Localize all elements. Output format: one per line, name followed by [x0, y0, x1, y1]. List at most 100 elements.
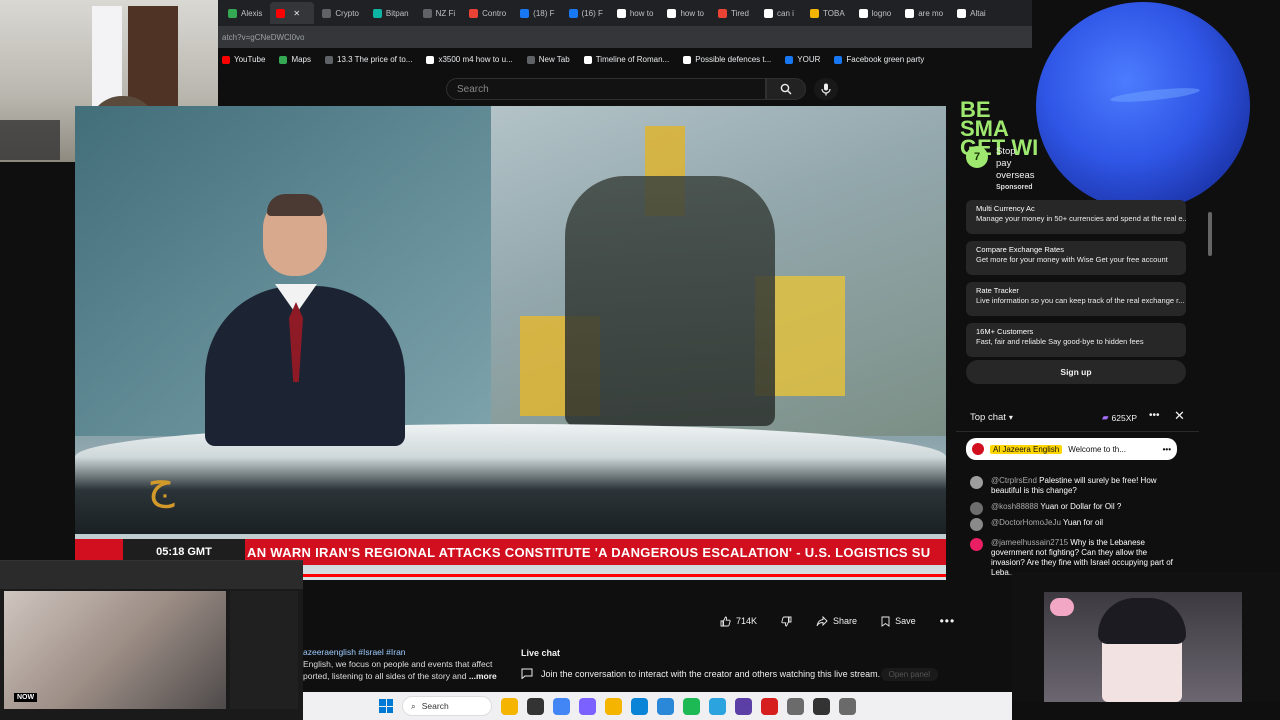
browser-tab[interactable]: Crypto [316, 2, 365, 24]
search-icon [780, 83, 792, 95]
windows-start-button[interactable] [379, 699, 393, 713]
app-obs-icon[interactable] [813, 697, 830, 715]
ad-sitelink[interactable]: Compare Exchange Rates Get more for your … [966, 241, 1186, 275]
tab-favicon-icon [372, 8, 382, 18]
browser-tab-bar: Alexis ✕ Crypto Bitpan NZ Fi Contro (18) F (16)… [218, 0, 1032, 26]
app-misc-icon[interactable] [839, 697, 856, 715]
browser-tab[interactable]: (16) F [563, 2, 609, 24]
share-button[interactable]: Share [808, 610, 865, 632]
bookmark-item[interactable]: 13.3 The price of to... [325, 55, 412, 64]
bookmark-item[interactable]: Maps [279, 55, 311, 64]
chat-message[interactable]: @CtrplrsEnd Palestine will surely be fre… [970, 476, 1180, 496]
bookmark-item[interactable]: New Tab [526, 55, 570, 64]
now-badge: NOW [14, 693, 38, 702]
cam-shelf [0, 120, 60, 160]
save-button[interactable]: Save [873, 610, 924, 632]
xp-badge[interactable]: ▰ 625XP [1102, 412, 1137, 423]
folder-icon[interactable] [605, 697, 622, 715]
description-hashtags[interactable]: azeeraenglish #Israel #Iran [303, 646, 503, 658]
edge-icon[interactable] [631, 697, 648, 715]
tab-label: how to [629, 8, 654, 18]
ad-sitelink-title: Multi Currency Ac [976, 204, 1035, 213]
browser-tab[interactable]: Contro [463, 2, 512, 24]
bookmark-favicon-icon [785, 55, 794, 64]
ad-sitelink[interactable]: 16M+ Customers Fast, fair and reliable Sa… [966, 323, 1186, 357]
settings-icon[interactable] [787, 697, 804, 715]
ticker-headline: AN WARN IRAN'S REGIONAL ATTACKS CONSTITU… [247, 544, 931, 560]
ad-header[interactable]: 7 Stop pay overseas Sponsored [966, 146, 1196, 191]
browser-tab[interactable]: how to [611, 2, 660, 24]
telegram-icon[interactable] [709, 697, 726, 715]
top-chat-dropdown[interactable]: Top chat ▾ [970, 412, 1013, 423]
app-green-icon[interactable] [683, 697, 700, 715]
open-panel-button[interactable]: Open panel [880, 668, 938, 681]
window-toolbar [0, 561, 303, 589]
browser-tab[interactable]: can i [758, 2, 802, 24]
ad-sitelink[interactable]: Rate Tracker Live information so you can … [966, 282, 1186, 316]
chat-header: Top chat ▾ ▰ 625XP ••• ✕ [956, 404, 1199, 432]
bookmark-label: 13.3 The price of to... [337, 55, 413, 64]
chat-avatar [970, 538, 983, 551]
window-side-panel [230, 591, 298, 709]
browser-tab[interactable]: are mo [899, 2, 949, 24]
share-icon [816, 615, 828, 626]
address-bar[interactable]: atch?v=gCNeDWCl0vo [218, 26, 1032, 48]
browser-tab[interactable]: Bitpan [367, 2, 415, 24]
dislike-button[interactable] [773, 610, 800, 632]
close-tab-icon[interactable]: ✕ [293, 9, 300, 18]
search-button[interactable] [766, 78, 806, 100]
browser-tab[interactable]: Altai [951, 2, 995, 24]
close-chat-button[interactable]: ✕ [1174, 408, 1185, 424]
acrobat-icon[interactable] [761, 697, 778, 715]
bookmark-item[interactable]: Possible defences t... [683, 55, 771, 64]
ad-banner[interactable]: BE SMA GET WI [960, 99, 1040, 159]
voice-search-button[interactable] [814, 78, 838, 100]
browser-tab[interactable]: TOBA [804, 2, 851, 24]
chat-text: Yuan for oil [1063, 518, 1104, 527]
bookmark-item[interactable]: Timeline of Roman... [583, 55, 669, 64]
browser-tab[interactable]: logno [853, 2, 898, 24]
browser-tab[interactable]: NZ Fi [417, 2, 462, 24]
chat-message[interactable]: @kosh88888 Yuan or Dollar for Oil ? [970, 502, 1180, 515]
browser-tab[interactable]: Tired [712, 2, 756, 24]
sign-up-button[interactable]: Sign up [966, 360, 1186, 384]
pinned-message[interactable]: Al Jazeera English Welcome to th... ••• [966, 438, 1177, 460]
browser-tab[interactable]: (18) F [514, 2, 560, 24]
file-explorer-icon[interactable] [501, 697, 518, 715]
live-chat-join: Join the conversation to interact with t… [521, 668, 880, 679]
browser-tab[interactable]: ✕ [270, 2, 315, 24]
bookmark-favicon-icon [279, 55, 288, 64]
tab-favicon-icon [718, 8, 728, 18]
app-store-icon[interactable] [657, 697, 674, 715]
chat-menu-button[interactable]: ••• [1149, 410, 1160, 421]
task-view-icon[interactable] [527, 697, 544, 715]
ad-sitelink[interactable]: Multi Currency Ac Manage your money in 50… [966, 200, 1186, 234]
chrome-icon[interactable] [553, 697, 570, 715]
xp-icon: ▰ [1102, 412, 1109, 422]
like-button[interactable]: 714K [712, 610, 765, 632]
tab-label: Contro [482, 8, 507, 18]
description-line: ported, listening to all sides of the st… [303, 671, 467, 681]
show-more-link[interactable]: ...more [469, 671, 497, 681]
sidebar-scrollbar[interactable] [1208, 212, 1212, 256]
video-description[interactable]: azeeraenglish #Israel #Iran English, we … [303, 646, 503, 684]
bookmark-item[interactable]: Facebook green party [834, 55, 924, 64]
browser-tab[interactable]: how to [661, 2, 710, 24]
tab-favicon-icon [810, 8, 820, 18]
more-vertical-icon[interactable]: ••• [1163, 445, 1171, 454]
video-player[interactable]: ج 05:18 GMT AN WARN IRAN'S REGIONAL ATTA… [75, 106, 946, 580]
ad-sitelink-title: Compare Exchange Rates [976, 245, 1064, 254]
app-purple-icon[interactable] [735, 697, 752, 715]
browser-tab[interactable]: Alexis [222, 2, 268, 24]
search-input[interactable]: Search [446, 78, 766, 100]
taskbar-search[interactable]: ⌕ Search [402, 696, 492, 716]
bookmark-item[interactable]: YouTube [222, 55, 265, 64]
ad-sitelink-text: Live information so you can keep track o… [976, 296, 1185, 305]
chat-message[interactable]: @DoctorHomoJeJu Yuan for oil [970, 518, 1180, 531]
app-copilot-icon[interactable] [579, 697, 596, 715]
bookmark-item[interactable]: x3500 m4 how to u... [426, 55, 513, 64]
like-count: 714K [736, 616, 758, 626]
tab-favicon-icon [764, 8, 774, 18]
bookmark-item[interactable]: YOUR [785, 55, 820, 64]
chat-bubble-icon [521, 668, 533, 679]
